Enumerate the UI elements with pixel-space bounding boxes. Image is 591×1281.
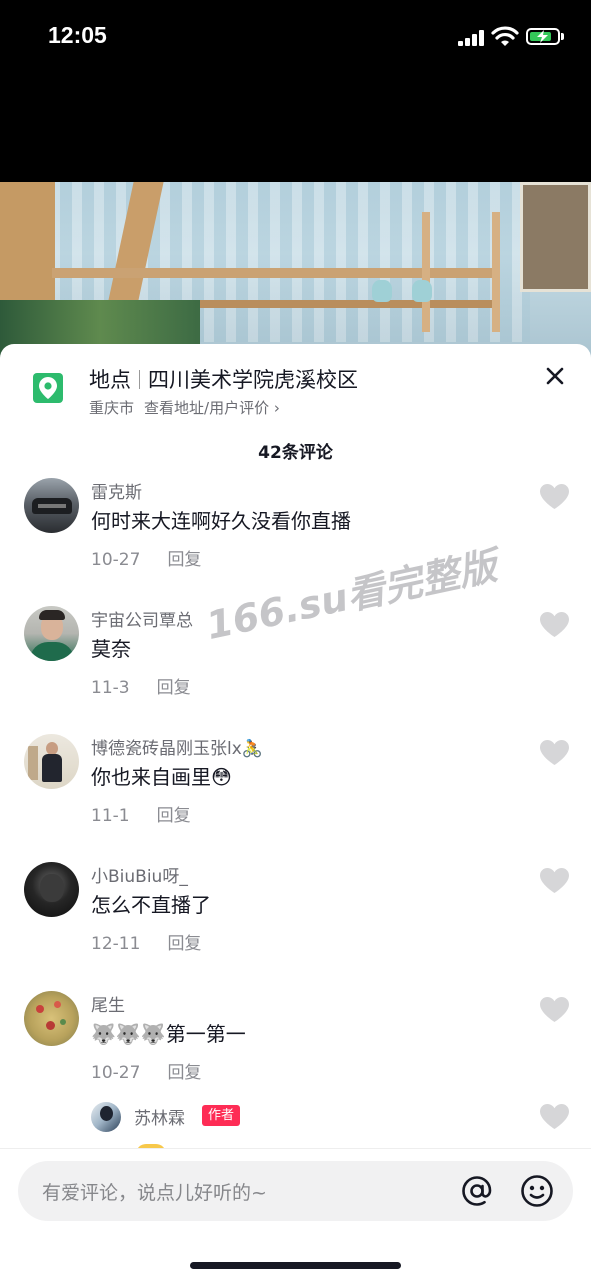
- avatar[interactable]: [91, 1102, 121, 1132]
- easel-decor: [0, 182, 55, 312]
- comment-date: 12-11: [91, 934, 141, 954]
- avatar[interactable]: [24, 862, 79, 917]
- comment-date: 11-3: [91, 678, 130, 698]
- author-badge: 作者: [202, 1105, 241, 1126]
- comment-text: 🐺🐺🐺第一第一: [91, 1022, 246, 1046]
- comment-date: 10-27: [91, 550, 141, 570]
- wifi-icon: [491, 26, 519, 46]
- location-pin-icon: [33, 373, 63, 403]
- heart-icon[interactable]: [540, 484, 569, 510]
- reply-button[interactable]: 回复: [167, 1063, 201, 1083]
- comment-count: 42条评论: [258, 443, 333, 463]
- comment-input[interactable]: 有爱评论，说点儿好听的~: [18, 1161, 573, 1221]
- comment-meta: 11-1 回复: [91, 801, 191, 826]
- comment-date: 10-27: [91, 1063, 141, 1083]
- battery-cap: [561, 33, 564, 40]
- comment-username[interactable]: 小BiuBiu呀_: [91, 862, 188, 887]
- avatar[interactable]: [24, 991, 79, 1046]
- window-decor: [520, 182, 591, 292]
- comment-input-bar: 有爱评论，说点儿好听的~: [0, 1148, 591, 1281]
- comment-username[interactable]: 博德瓷砖晶刚玉张lx🚴: [91, 734, 263, 759]
- toy-decor: [412, 280, 432, 302]
- comment-text: 莫奈: [91, 637, 131, 661]
- comment-date: 11-1: [91, 806, 130, 826]
- status-bar: 12:05: [0, 0, 591, 80]
- location-link[interactable]: 查看地址/用户评价 ›: [144, 399, 280, 417]
- comment-meta: 11-3 回复: [91, 673, 191, 698]
- battery-icon: [526, 28, 560, 45]
- toy-decor: [372, 280, 392, 302]
- comment-meta: 12-11 回复: [91, 929, 201, 954]
- comment-username[interactable]: 宇宙公司覃总: [91, 606, 193, 631]
- location-label: 地点: [89, 368, 131, 392]
- author-reply: 苏林霖 作者: [0, 1100, 591, 1154]
- avatar[interactable]: [24, 606, 79, 661]
- location-title[interactable]: 地点 四川美术学院虎溪校区: [89, 364, 358, 394]
- at-mention-icon[interactable]: [460, 1174, 494, 1208]
- author-username[interactable]: 苏林霖: [134, 1104, 185, 1129]
- emoji-icon[interactable]: [520, 1174, 554, 1208]
- heart-icon[interactable]: [540, 612, 569, 638]
- comment-username[interactable]: 尾生: [91, 991, 125, 1016]
- comment-text: 怎么不直播了: [91, 893, 211, 917]
- status-time: 12:05: [48, 22, 107, 48]
- comment-input-placeholder: 有爱评论，说点儿好听的~: [42, 1182, 267, 1204]
- heart-icon[interactable]: [540, 1104, 569, 1130]
- reply-button[interactable]: 回复: [157, 678, 191, 698]
- comment-text: 你也来自画里😳: [91, 765, 232, 789]
- comment-meta: 10-27 回复: [91, 545, 201, 570]
- heart-icon[interactable]: [540, 997, 569, 1023]
- heart-icon[interactable]: [540, 740, 569, 766]
- comments-sheet: 地点 四川美术学院虎溪校区 重庆市 查看地址/用户评价 › 42条评论 雷克斯 何时…: [0, 344, 591, 1280]
- comment-item: 小BiuBiu呀_ 怎么不直播了 12-11 回复: [0, 862, 591, 982]
- signal-icon: [458, 30, 486, 46]
- home-indicator[interactable]: [190, 1262, 401, 1269]
- location-city: 重庆市: [89, 399, 135, 417]
- comment-meta: 10-27 回复: [91, 1058, 201, 1083]
- reply-button[interactable]: 回复: [157, 806, 191, 826]
- avatar[interactable]: [24, 478, 79, 533]
- ladder-decor: [422, 212, 500, 332]
- heart-icon[interactable]: [540, 868, 569, 894]
- comment-item: 尾生 🐺🐺🐺第一第一 10-27 回复: [0, 991, 591, 1111]
- location-subtitle[interactable]: 重庆市 查看地址/用户评价 ›: [89, 397, 280, 418]
- comment-username[interactable]: 雷克斯: [91, 478, 142, 503]
- location-name: 四川美术学院虎溪校区: [148, 368, 358, 392]
- comment-item: 博德瓷砖晶刚玉张lx🚴 你也来自画里😳 11-1 回复: [0, 734, 591, 854]
- comment-text: 何时来大连啊好久没看你直播: [91, 509, 351, 533]
- video-preview[interactable]: [0, 182, 591, 362]
- avatar[interactable]: [24, 734, 79, 789]
- location-divider: [139, 370, 140, 389]
- close-icon[interactable]: [543, 364, 567, 388]
- reply-button[interactable]: 回复: [167, 934, 201, 954]
- reply-button[interactable]: 回复: [167, 550, 201, 570]
